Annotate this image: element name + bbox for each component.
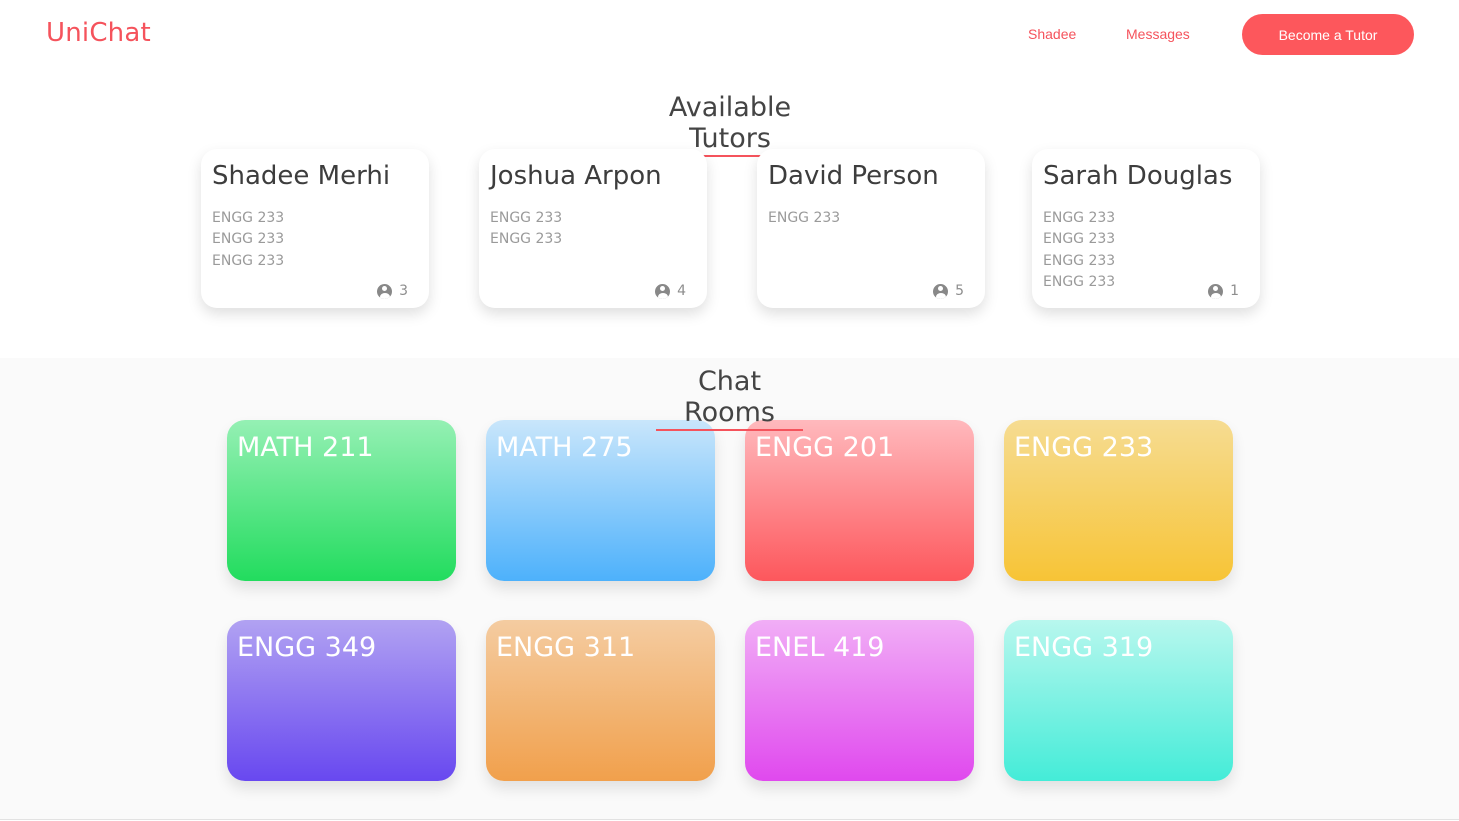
chat-room-label: ENEL 419 (755, 632, 885, 663)
tutor-count-value: 5 (955, 283, 964, 299)
tutor-card[interactable]: David Person ENGG 233 5 (757, 149, 985, 308)
chat-room-card[interactable]: MATH 275 (486, 420, 715, 581)
tutor-card[interactable]: Shadee Merhi ENGG 233 ENGG 233 ENGG 233 3 (201, 149, 429, 308)
tutor-name: David Person (768, 161, 939, 191)
chat-room-card[interactable]: ENGG 319 (1004, 620, 1233, 781)
chat-room-label: ENGG 349 (237, 632, 377, 663)
tutor-count-value: 1 (1230, 283, 1239, 299)
chat-room-label: ENGG 201 (755, 432, 895, 463)
nav-user-link[interactable]: Shadee (1028, 26, 1076, 42)
chat-room-label: ENGG 233 (1014, 432, 1154, 463)
tutor-course: ENGG 233 (1043, 210, 1116, 226)
chat-room-card[interactable]: MATH 211 (227, 420, 456, 581)
tutor-course-list: ENGG 233 ENGG 233 (490, 208, 562, 251)
chat-room-label: ENGG 319 (1014, 632, 1154, 663)
tutor-name: Joshua Arpon (490, 161, 662, 191)
tutor-course: ENGG 233 (212, 210, 285, 226)
nav-messages-link[interactable]: Messages (1126, 26, 1190, 42)
header: UniChat Shadee Messages Become a Tutor (0, 0, 1459, 70)
tutor-course-list: ENGG 233 ENGG 233 ENGG 233 ENGG 233 (1043, 208, 1115, 293)
tutor-course: ENGG 233 (212, 252, 285, 269)
tutor-course-list: ENGG 233 ENGG 233 ENGG 233 (212, 208, 284, 272)
logo[interactable]: UniChat (46, 18, 151, 48)
tutor-name: Shadee Merhi (212, 161, 391, 191)
tutor-card[interactable]: Sarah Douglas ENGG 233 ENGG 233 ENGG 233 ENG… (1032, 149, 1260, 308)
chat-room-label: MATH 275 (496, 432, 633, 463)
tutor-student-count: 5 (933, 283, 964, 299)
chat-room-card[interactable]: ENEL 419 (745, 620, 974, 781)
tutor-course-list: ENGG 233 (768, 208, 840, 229)
user-circle-icon (655, 283, 671, 299)
tutor-course: ENGG 233 (768, 210, 841, 226)
chat-room-card[interactable]: ENGG 349 (227, 620, 456, 781)
tutor-course: ENGG 233 (1043, 273, 1116, 290)
chat-room-label: MATH 211 (237, 432, 374, 463)
tutor-student-count: 3 (377, 283, 408, 299)
user-circle-icon (933, 283, 949, 299)
become-tutor-button[interactable]: Become a Tutor (1242, 14, 1414, 55)
chat-room-label: ENGG 311 (496, 632, 636, 663)
tutor-course: ENGG 233 (1043, 252, 1116, 269)
available-tutors-title: Available Tutors (630, 92, 830, 158)
tutor-student-count: 1 (1208, 283, 1239, 299)
chat-room-card[interactable]: ENGG 233 (1004, 420, 1233, 581)
tutor-name: Sarah Douglas (1043, 161, 1233, 191)
chat-room-card[interactable]: ENGG 201 (745, 420, 974, 581)
chat-rooms-title: Chat Rooms (656, 366, 803, 432)
user-circle-icon (377, 283, 393, 299)
tutor-student-count: 4 (655, 283, 686, 299)
tutor-course: ENGG 233 (212, 231, 285, 248)
tutor-card[interactable]: Joshua Arpon ENGG 233 ENGG 233 4 (479, 149, 707, 308)
tutor-count-value: 4 (677, 283, 686, 299)
user-circle-icon (1208, 283, 1224, 299)
tutor-course: ENGG 233 (490, 210, 563, 226)
chat-room-card[interactable]: ENGG 311 (486, 620, 715, 781)
tutor-course: ENGG 233 (490, 231, 563, 248)
tutor-count-value: 3 (399, 283, 408, 299)
tutor-course: ENGG 233 (1043, 231, 1116, 248)
page: UniChat Shadee Messages Become a Tutor A… (0, 0, 1459, 821)
